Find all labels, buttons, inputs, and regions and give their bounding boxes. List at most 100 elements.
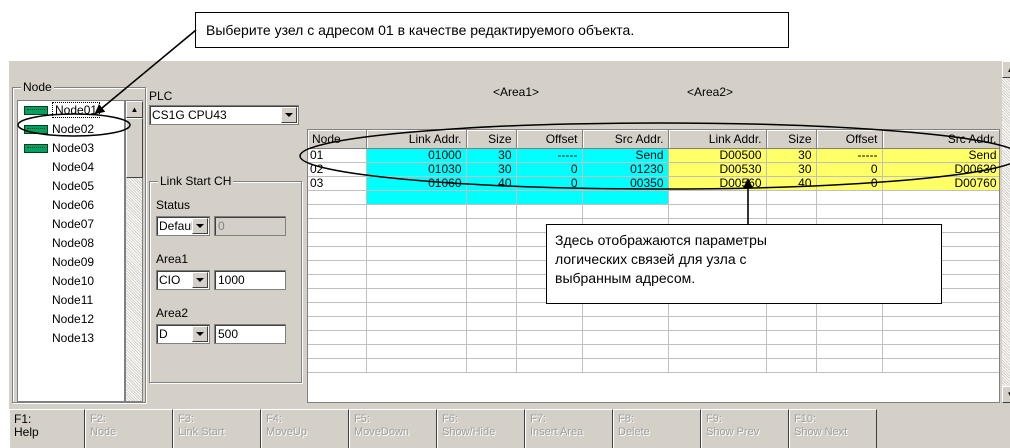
table-row[interactable] (308, 330, 999, 345)
table-row[interactable]: 01 01000 30 ----- Send D00500 30 ----- Send (308, 148, 999, 163)
table-cell[interactable] (366, 232, 467, 247)
fkey-button[interactable]: F1: Help (9, 409, 85, 448)
table-cell[interactable] (466, 204, 517, 219)
table-cell[interactable]: Send (582, 148, 669, 163)
table-cell[interactable]: D00760 (882, 176, 999, 191)
column-header[interactable]: Src Addr. (882, 130, 999, 149)
table-cell[interactable] (308, 218, 367, 233)
node-list-scrollbar[interactable]: ▲ (125, 100, 143, 402)
main-vertical-scrollbar[interactable]: ▲ ▼ (1002, 61, 1010, 403)
table-cell[interactable] (668, 358, 767, 373)
column-header[interactable]: Link Addr. (668, 130, 767, 149)
table-cell[interactable]: 0 (516, 176, 583, 191)
table-row[interactable] (308, 190, 999, 205)
table-row[interactable]: 02 01030 30 0 01230 D00530 30 0 D00630 (308, 162, 999, 177)
table-cell[interactable] (466, 316, 517, 331)
table-cell[interactable] (466, 260, 517, 275)
table-cell[interactable] (466, 358, 517, 373)
fkey-button[interactable]: F3: Link Start (173, 409, 261, 448)
table-cell[interactable] (366, 302, 467, 317)
chevron-down-icon[interactable] (192, 272, 208, 288)
table-cell[interactable] (882, 358, 999, 373)
table-cell[interactable] (668, 330, 767, 345)
area2-type-select[interactable]: D (156, 324, 210, 344)
node-list-item[interactable]: Node12 (18, 310, 124, 329)
table-cell[interactable] (816, 358, 883, 373)
node-list-item[interactable]: Node02 (18, 120, 124, 139)
fkey-button[interactable]: F6: Show/Hide (437, 409, 525, 448)
table-cell[interactable] (308, 232, 367, 247)
node-list-item[interactable]: Node04 (18, 158, 124, 177)
table-cell[interactable]: 01000 (366, 148, 467, 163)
table-cell[interactable] (466, 190, 517, 205)
table-cell[interactable]: 01230 (582, 162, 669, 177)
table-cell[interactable] (466, 246, 517, 261)
table-cell[interactable]: 01030 (366, 162, 467, 177)
table-row[interactable] (308, 358, 999, 373)
table-cell[interactable]: 40 (466, 176, 517, 191)
table-cell[interactable]: D00560 (668, 176, 767, 191)
node-list-item[interactable]: Node11 (18, 291, 124, 310)
table-cell[interactable] (668, 316, 767, 331)
table-cell[interactable] (516, 330, 583, 345)
table-cell[interactable] (668, 190, 767, 205)
table-cell[interactable] (882, 190, 999, 205)
table-cell[interactable] (582, 302, 669, 317)
table-cell[interactable] (582, 344, 669, 359)
table-cell[interactable]: 01060 (366, 176, 467, 191)
column-header[interactable]: Offset (516, 130, 583, 149)
chevron-down-icon[interactable] (192, 218, 208, 234)
table-cell[interactable] (308, 358, 367, 373)
column-header[interactable]: Offset (816, 130, 883, 149)
table-cell[interactable] (582, 358, 669, 373)
table-cell[interactable] (308, 316, 367, 331)
fkey-button[interactable]: F8: Delete (613, 409, 701, 448)
table-cell[interactable]: 0 (816, 176, 883, 191)
table-cell[interactable] (366, 288, 467, 303)
node-list[interactable]: Node01 Node02 Node03 Node04 Node05 Node06 Node… (17, 100, 125, 402)
status-select[interactable]: Default (156, 216, 210, 236)
table-cell[interactable] (366, 358, 467, 373)
table-cell[interactable] (516, 358, 583, 373)
table-cell[interactable] (516, 302, 583, 317)
table-cell[interactable]: D00630 (882, 162, 999, 177)
fkey-button[interactable]: F9: Show Prev (701, 409, 789, 448)
table-cell[interactable]: 02 (308, 162, 367, 177)
table-cell[interactable]: 30 (766, 148, 817, 163)
table-cell[interactable] (366, 190, 467, 205)
table-cell[interactable]: 00350 (582, 176, 669, 191)
table-row[interactable] (308, 344, 999, 359)
table-cell[interactable] (582, 204, 669, 219)
node-list-item[interactable]: Node07 (18, 215, 124, 234)
table-cell[interactable] (516, 190, 583, 205)
table-cell[interactable] (582, 316, 669, 331)
node-list-item[interactable]: Node13 (18, 329, 124, 348)
node-list-item[interactable]: Node09 (18, 253, 124, 272)
column-header[interactable]: Node (308, 130, 367, 149)
table-cell[interactable] (882, 330, 999, 345)
node-list-item[interactable]: Node08 (18, 234, 124, 253)
scroll-up-arrow-icon[interactable]: ▲ (126, 101, 143, 118)
plc-select[interactable]: CS1G CPU43 (149, 105, 299, 125)
table-cell[interactable] (366, 330, 467, 345)
table-cell[interactable]: 30 (766, 162, 817, 177)
table-cell[interactable] (366, 344, 467, 359)
table-cell[interactable]: 30 (466, 162, 517, 177)
chevron-down-icon[interactable] (192, 326, 208, 342)
table-cell[interactable] (882, 302, 999, 317)
table-cell[interactable] (816, 190, 883, 205)
column-header[interactable]: Src Addr. (582, 130, 669, 149)
table-cell[interactable] (308, 344, 367, 359)
area1-start-field[interactable]: 1000 (214, 270, 286, 290)
node-list-scroll-thumb[interactable] (126, 118, 143, 178)
table-cell[interactable] (308, 288, 367, 303)
table-cell[interactable] (766, 316, 817, 331)
table-cell[interactable]: D00530 (668, 162, 767, 177)
table-cell[interactable] (466, 274, 517, 289)
table-cell[interactable] (308, 274, 367, 289)
table-cell[interactable] (308, 246, 367, 261)
table-cell[interactable]: ----- (816, 148, 883, 163)
table-cell[interactable] (308, 260, 367, 275)
table-cell[interactable] (668, 302, 767, 317)
table-cell[interactable] (308, 190, 367, 205)
